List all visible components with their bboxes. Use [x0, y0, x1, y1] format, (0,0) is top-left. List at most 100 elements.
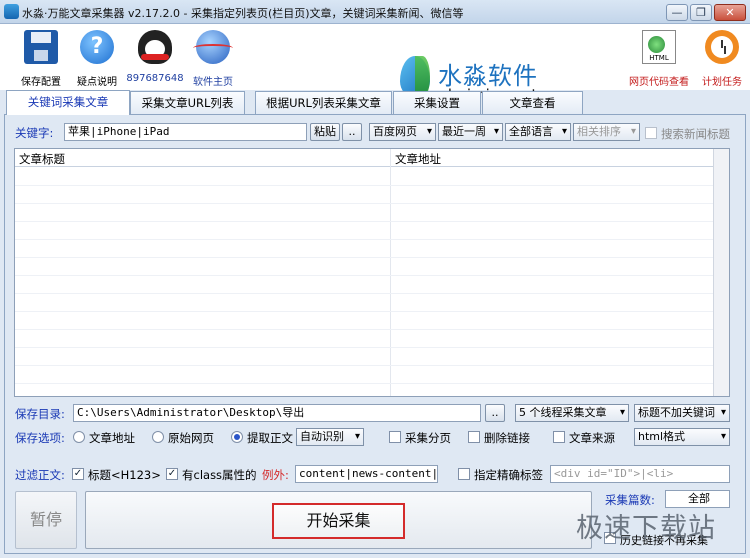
article-source-checkbox[interactable] [553, 431, 565, 443]
question-mark-icon: ? [80, 30, 114, 64]
detect-mode-select[interactable]: 自动识别 [296, 428, 364, 446]
radio-article-url[interactable]: 文章地址 [73, 428, 143, 446]
remove-links-option[interactable]: 删除链接 [468, 428, 538, 446]
language-select[interactable]: 全部语言 [505, 123, 571, 141]
help-label: 疑点说明 [77, 77, 117, 88]
start-collect-button[interactable]: 开始采集 [272, 503, 405, 539]
app-icon [4, 4, 19, 19]
collect-pages-checkbox[interactable] [389, 431, 401, 443]
qq-button[interactable]: 897687648 [125, 28, 185, 88]
row-divider [15, 347, 715, 348]
tab-keyword-collect[interactable]: 关键词采集文章 [6, 90, 130, 115]
row-divider [15, 365, 715, 366]
filter-title-option[interactable]: ✓ 标题<H123> [72, 465, 162, 483]
window-title: 水淼·万能文章采集器 v2.17.2.0 - 采集指定列表页(栏目页)文章，关键… [22, 7, 464, 20]
tab-collect-by-url[interactable]: 根据URL列表采集文章 [255, 91, 392, 114]
format-select[interactable]: html格式 [634, 428, 730, 446]
keyword-input[interactable]: 苹果|iPhone|iPad [64, 123, 307, 141]
minimize-button[interactable]: — [666, 4, 688, 21]
row-divider [15, 203, 715, 204]
radio-extract-body-dot[interactable] [231, 431, 243, 443]
radio-original-page[interactable]: 原始网页 [152, 428, 222, 446]
radio-original-page-dot[interactable] [152, 431, 164, 443]
remove-links-checkbox[interactable] [468, 431, 480, 443]
source-select[interactable]: 百度网页 [369, 123, 436, 141]
collect-pages-option[interactable]: 采集分页 [389, 428, 459, 446]
radio-article-url-label: 文章地址 [89, 431, 135, 445]
precise-tag-label: 指定精确标签 [474, 468, 543, 482]
article-source-label: 文章来源 [569, 431, 615, 445]
row-divider [15, 257, 715, 258]
precise-tag-checkbox[interactable] [458, 468, 470, 480]
row-divider [15, 275, 715, 276]
filter-class-checkbox[interactable]: ✓ [166, 468, 178, 480]
tab-url-list[interactable]: 采集文章URL列表 [130, 91, 245, 114]
exception-label: 例外: [262, 468, 289, 482]
keyword-label: 关键字: [15, 126, 54, 140]
save-dir-label: 保存目录: [15, 407, 65, 421]
collect-pages-label: 采集分页 [405, 431, 451, 445]
row-divider [15, 311, 715, 312]
precise-tag-input[interactable]: <div id="ID">|<li> [550, 465, 730, 483]
radio-original-page-label: 原始网页 [168, 431, 214, 445]
save-config-button[interactable]: 保存配置 [11, 28, 71, 88]
schedule-button[interactable]: 计划任务 [694, 28, 750, 88]
radio-extract-body-label: 提取正文 [247, 431, 293, 445]
globe-icon [193, 30, 233, 64]
title-keyword-select[interactable]: 标题不加关键词 [634, 404, 730, 422]
row-divider [15, 221, 715, 222]
radio-article-url-dot[interactable] [73, 431, 85, 443]
html-document-icon [642, 30, 676, 64]
tab-bar: 关键词采集文章 采集文章URL列表 根据URL列表采集文章 采集设置 文章查看 [0, 90, 750, 115]
homepage-label: 软件主页 [193, 77, 233, 88]
save-dir-input[interactable]: C:\Users\Administrator\Desktop\导出 [73, 404, 481, 422]
column-header-title[interactable]: 文章标题 [19, 151, 65, 167]
row-divider [15, 329, 715, 330]
tab-view-articles[interactable]: 文章查看 [482, 91, 583, 114]
table-header: 文章标题 文章地址 [15, 149, 715, 167]
sort-select[interactable]: 相关排序 [573, 123, 640, 141]
floppy-disk-icon [24, 30, 58, 64]
radio-extract-body[interactable]: 提取正文 [231, 428, 301, 446]
search-news-checkbox[interactable] [645, 127, 657, 139]
close-button[interactable]: ✕ [714, 4, 746, 21]
restore-button[interactable]: ❐ [690, 4, 712, 21]
search-news-label: 搜索新闻标题 [661, 127, 730, 141]
filter-label: 过滤正文: [15, 468, 65, 482]
keyword-more-button[interactable]: .. [342, 123, 362, 141]
help-button[interactable]: ? 疑点说明 [67, 28, 127, 88]
pause-button[interactable]: 暂停 [15, 491, 77, 549]
view-html-button[interactable]: 网页代码查看 [628, 28, 690, 88]
time-range-select[interactable]: 最近一周 [438, 123, 503, 141]
penguin-icon [138, 30, 172, 64]
article-source-option[interactable]: 文章来源 [553, 428, 623, 446]
row-divider [15, 293, 715, 294]
watermark: 极速下载站 [576, 513, 716, 544]
qq-number: 897687648 [126, 73, 184, 84]
filter-title-checkbox[interactable]: ✓ [72, 468, 84, 480]
clock-icon [705, 30, 739, 64]
results-table[interactable]: 文章标题 文章地址 [14, 148, 730, 397]
title-bar: 水淼·万能文章采集器 v2.17.2.0 - 采集指定列表页(栏目页)文章，关键… [0, 0, 750, 24]
column-header-url[interactable]: 文章地址 [395, 151, 441, 167]
row-divider [15, 383, 715, 384]
view-html-label: 网页代码查看 [629, 77, 689, 88]
homepage-button[interactable]: 软件主页 [183, 28, 243, 88]
browse-button[interactable]: .. [485, 404, 505, 422]
row-divider [15, 185, 715, 186]
filter-class-label: 有class属性的 [182, 468, 257, 482]
vertical-scrollbar[interactable] [713, 149, 729, 396]
exception-input[interactable]: content|news-content|abs [295, 465, 438, 483]
save-config-label: 保存配置 [21, 77, 61, 88]
row-divider [15, 239, 715, 240]
threads-select[interactable]: 5 个线程采集文章 [515, 404, 629, 422]
column-divider [390, 149, 391, 396]
save-options-label: 保存选项: [15, 431, 65, 445]
filter-class-option[interactable]: ✓ 有class属性的 [166, 465, 261, 483]
remove-links-label: 删除链接 [484, 431, 530, 445]
paste-button[interactable]: 粘贴 [310, 123, 340, 141]
search-news-option[interactable]: 搜索新闻标题 [645, 124, 745, 142]
toolbar: 保存配置 ? 疑点说明 897687648 软件主页 水淼软件 shuimiao… [0, 24, 750, 104]
tab-settings[interactable]: 采集设置 [393, 91, 481, 114]
precise-tag-option[interactable]: 指定精确标签 [458, 465, 548, 483]
